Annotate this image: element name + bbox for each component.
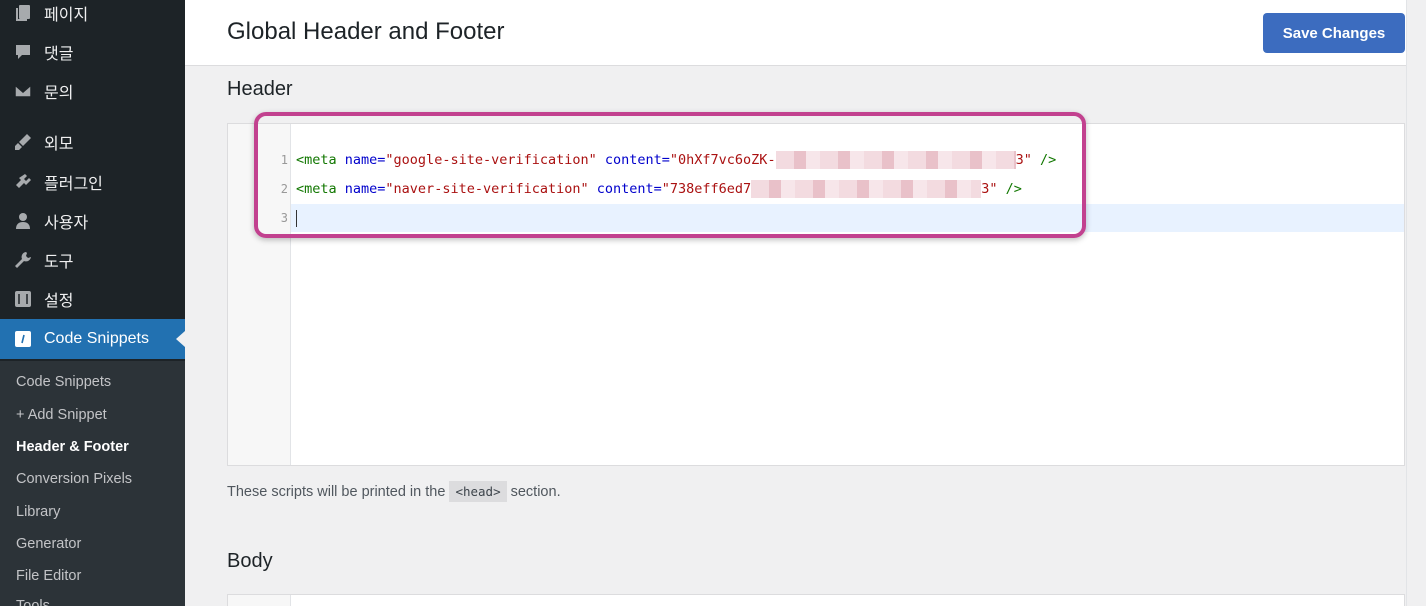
sidebar-item-label: 페이지 [44,7,89,24]
sidebar-item-label: 플러그인 [44,176,103,193]
save-changes-button[interactable]: Save Changes [1263,13,1405,53]
settings-icon [12,288,34,310]
submenu-item-code-snippets[interactable]: Code Snippets [16,374,111,390]
page-title: Global Header and Footer [227,18,505,45]
code-icon [12,328,34,350]
sidebar-item-users[interactable]: 사용자 [0,202,185,240]
body-code-editor[interactable] [227,594,1405,606]
pages-icon [12,2,34,24]
header-section-title: Header [227,78,293,100]
sidebar-item-label: 댓글 [44,46,74,63]
submenu-item-conversion-pixels[interactable]: Conversion Pixels [16,471,132,487]
wrench-icon [12,249,34,271]
submenu-item-tools[interactable]: Tools [16,598,50,606]
line-number-gutter [228,595,291,606]
admin-sidebar: 페이지 댓글 문의 외모 플러그인 사용자 도구 설정 Code Snippet… [0,0,185,606]
active-indicator-arrow [176,331,185,347]
comments-icon [12,41,34,63]
sidebar-item-plugins[interactable]: 플러그인 [0,163,185,201]
hint-text: section. [506,484,561,500]
sidebar-item-label: 외모 [44,136,74,153]
sidebar-item-label: 설정 [44,293,74,310]
sidebar-item-pages[interactable]: 페이지 [0,0,185,32]
hint-code: <head> [449,481,507,502]
brush-icon [12,131,34,153]
submenu-item-add-snippet[interactable]: + Add Snippet [16,407,107,423]
sidebar-item-label: 사용자 [44,215,89,232]
sidebar-item-label: 도구 [44,254,74,271]
sidebar-item-tools[interactable]: 도구 [0,241,185,279]
sidebar-item-code-snippets[interactable]: Code Snippets [0,319,185,359]
sidebar-item-appearance[interactable]: 외모 [0,123,185,161]
plugin-icon [12,171,34,193]
sidebar-item-label: 문의 [44,85,74,102]
submenu-item-file-editor[interactable]: File Editor [16,568,81,584]
page-scrollbar[interactable] [1406,0,1426,606]
user-icon [12,210,34,232]
submenu-item-header-footer[interactable]: Header & Footer [16,439,129,455]
submenu-item-library[interactable]: Library [16,504,60,520]
sidebar-item-settings[interactable]: 설정 [0,280,185,318]
sidebar-item-label: Code Snippets [44,330,149,347]
page-header-bar: Global Header and Footer Save Changes [185,0,1426,66]
submenu-item-generator[interactable]: Generator [16,536,81,552]
mail-icon [12,80,34,102]
annotation-highlight-box [254,112,1086,238]
header-hint-text: These scripts will be printed in the <he… [227,481,561,502]
body-section-title: Body [227,550,273,572]
hint-text: These scripts will be printed in the [227,484,450,500]
sidebar-item-contact[interactable]: 문의 [0,72,185,110]
sidebar-item-comments[interactable]: 댓글 [0,33,185,71]
code-snippets-submenu: Code Snippets + Add Snippet Header & Foo… [0,361,185,606]
